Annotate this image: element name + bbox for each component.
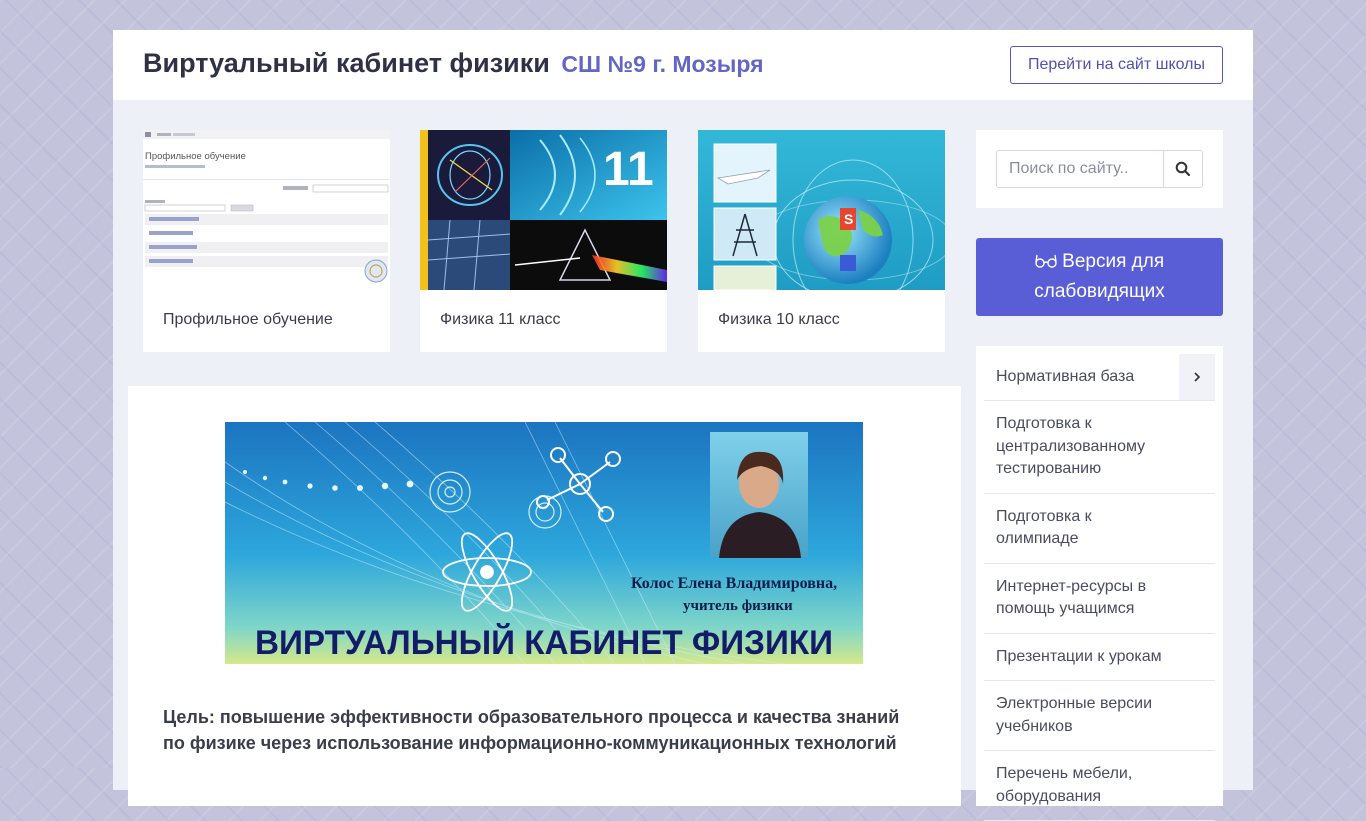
menu-item-olympiad[interactable]: Подготовка к олимпиаде [984,494,1215,564]
goal-text: Цель: повышение эффективности образовате… [163,707,900,753]
menu-item-label[interactable]: Нормативная база [996,368,1134,385]
card-physics-11[interactable]: 11 Физика 11 класс [420,130,667,352]
card-thumbnail-physics-10[interactable]: S [698,130,945,290]
banner-image: Колос Елена Владимировна, учитель физики… [225,422,863,664]
menu-item-normative-base[interactable]: Нормативная база [984,354,1215,401]
menu-item-label[interactable]: Подготовка к олимпиаде [996,508,1092,548]
search-button[interactable] [1163,150,1203,188]
site-title[interactable]: Виртуальный кабинет физики СШ №9 г. Мозы… [143,48,764,79]
menu-item-label[interactable]: Интернет-ресурсы в помощь учащимся [996,578,1146,618]
menu-item-e-textbooks[interactable]: Электронные версии учебников [984,681,1215,751]
card-profile-education[interactable]: Профильное обучение Профильное обучение [143,130,390,352]
school-site-button[interactable]: Перейти на сайт школы [1010,46,1223,84]
card-caption[interactable]: Физика 11 класс [440,311,561,329]
chevron-right-icon [1194,372,1201,382]
banner-teacher-name: Колос Елена Владимировна, [631,575,837,592]
menu-item-ct-preparation[interactable]: Подготовка к централизованному тестирова… [984,401,1215,494]
menu-item-presentations[interactable]: Презентации к урокам [984,634,1215,681]
menu-expand-toggle[interactable] [1179,354,1215,400]
menu-item-label[interactable]: Электронные версии учебников [996,695,1152,735]
svg-text:S: S [844,211,853,227]
site-header: Виртуальный кабинет физики СШ №9 г. Мозы… [113,30,1253,100]
menu-item-equipment-list[interactable]: Перечень мебели, оборудования [984,751,1215,821]
menu-item-label[interactable]: Перечень мебели, оборудования [996,765,1132,805]
menu-item-label[interactable]: Подготовка к централизованному тестирова… [996,415,1145,477]
site-title-text[interactable]: Виртуальный кабинет физики [143,48,550,78]
thumb-number: 11 [603,143,654,196]
thumb-title: Профильное обучение [145,151,246,162]
sidebar-menu: Нормативная база Подготовка к централизо… [976,346,1223,821]
card-caption[interactable]: Профильное обучение [163,311,333,329]
accessibility-line1[interactable]: Версия для [1062,251,1164,272]
search-widget [976,130,1223,208]
card-physics-10[interactable]: S Физика 10 класс [698,130,945,352]
accessibility-button[interactable]: Версия для слабовидящих [976,238,1223,316]
search-input[interactable] [996,150,1163,188]
menu-item-label[interactable]: Презентации к урокам [996,648,1162,665]
glasses-icon [1035,254,1057,268]
main-content: Колос Елена Владимировна, учитель физики… [128,386,961,806]
card-thumbnail-physics-11[interactable]: 11 [420,130,667,290]
menu-item-internet-resources[interactable]: Интернет-ресурсы в помощь учащимся [984,564,1215,634]
site-subtitle[interactable]: СШ №9 г. Мозыря [561,51,763,77]
banner-teacher-role: учитель физики [683,598,793,614]
card-thumbnail-profile[interactable]: Профильное обучение [143,130,390,290]
card-caption[interactable]: Физика 10 класс [718,311,840,329]
banner-title: ВИРТУАЛЬНЫЙ КАБИНЕТ ФИЗИКИ [255,623,833,662]
page-container: Виртуальный кабинет физики СШ №9 г. Мозы… [113,30,1253,821]
search-icon [1175,161,1191,177]
accessibility-line2[interactable]: слабовидящих [976,277,1223,307]
